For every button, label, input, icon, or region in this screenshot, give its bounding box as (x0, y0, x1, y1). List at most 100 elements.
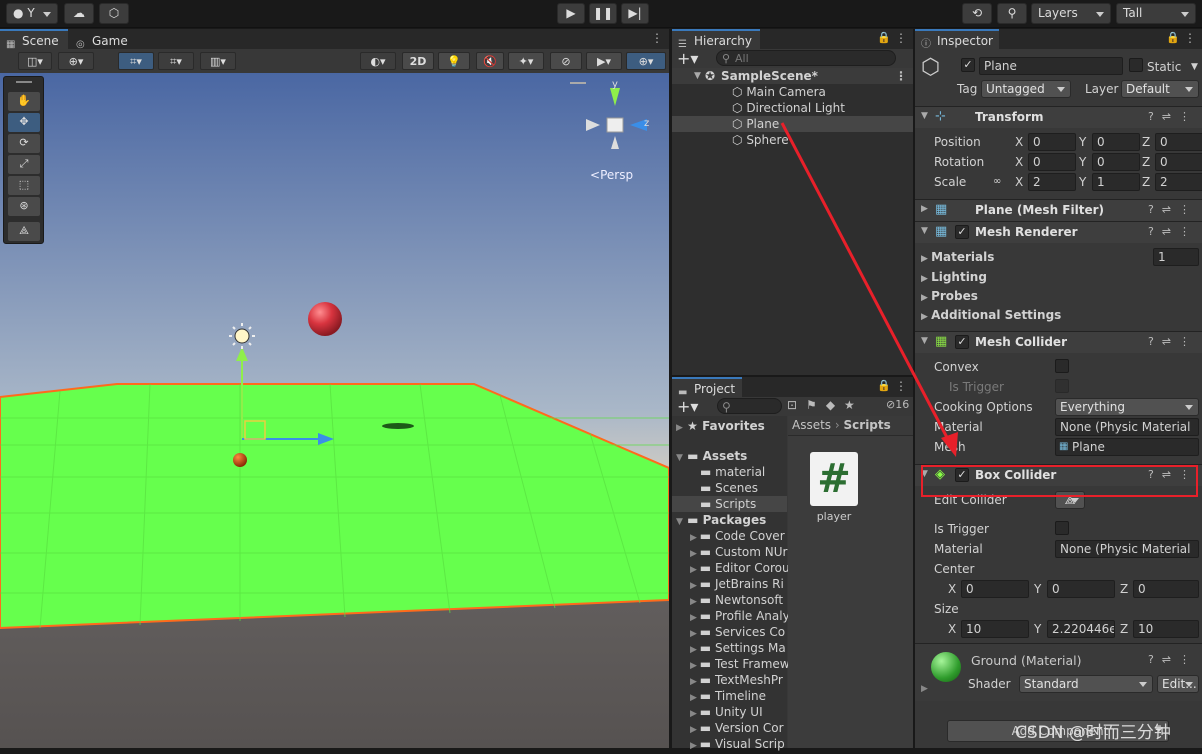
package-folder-item[interactable]: ▶ ▬ Settings Ma (690, 640, 786, 656)
position-x-field[interactable]: 0 (1028, 133, 1076, 151)
materials-foldout[interactable]: ▶ Materials (921, 249, 994, 265)
position-y-field[interactable]: 0 (1092, 133, 1140, 151)
global-toggle-button[interactable]: ⊕▾ (58, 52, 94, 70)
camera-button[interactable]: ▶▾ (586, 52, 622, 70)
hand-tool[interactable]: ✋ (8, 92, 40, 111)
scale-x-field[interactable]: 2 (1028, 173, 1076, 191)
breadcrumb-scripts[interactable]: Scripts (844, 418, 891, 432)
package-folder-item[interactable]: ▶ ▬ Profile Analy (690, 608, 790, 624)
persp-label[interactable]: <Persp (590, 168, 633, 182)
mesh-collider-header[interactable]: ▼ ▦ ✓ Mesh Collider ?⇌⋮ (915, 331, 1202, 353)
hierarchy-item[interactable]: ⬡ Main Camera (732, 84, 826, 100)
gizmos-button[interactable]: ⊕▾ (626, 52, 666, 70)
shading-button[interactable]: ◐▾ (360, 52, 396, 70)
package-folder-item[interactable]: ▶ ▬ Code Cover (690, 528, 785, 544)
history-button[interactable]: ⟲ (962, 3, 992, 24)
lock-icon[interactable]: 🔒 (1166, 31, 1180, 44)
folder-item-selected[interactable]: ▬ Scripts (672, 496, 787, 512)
package-folder-item[interactable]: ▶ ▬ TextMeshPr (690, 672, 783, 688)
package-folder-item[interactable]: ▶ ▬ JetBrains Ri (690, 576, 784, 592)
effects-button[interactable]: ✦▾ (508, 52, 544, 70)
rotation-x-field[interactable]: 0 (1028, 153, 1076, 171)
collab-button[interactable]: ⬡ (99, 3, 129, 24)
pause-button[interactable]: ❚❚ (589, 3, 617, 24)
package-folder-item[interactable]: ▶ ▬ Services Co (690, 624, 785, 640)
sphere-object[interactable] (308, 302, 342, 336)
box-collider-header[interactable]: ▼ ◈ ✓ Box Collider ?⇌⋮ (915, 464, 1202, 486)
cloud-button[interactable]: ☁ (64, 3, 94, 24)
static-dropdown-arrow-icon[interactable]: ▼ (1191, 59, 1198, 75)
hidden-objects-button[interactable]: ⊘ (550, 52, 582, 70)
component-header-icons[interactable]: ?⇌⋮ (1148, 653, 1198, 666)
mesh-field[interactable]: ▦ Plane (1055, 438, 1199, 456)
size-y-field[interactable]: 2.220446e (1047, 620, 1115, 638)
packages-row[interactable]: ▼ ▬ Packages (676, 512, 766, 528)
tab-project[interactable]: ▬ Project (672, 377, 742, 398)
package-folder-item[interactable]: ▶ ▬ Visual Scrip (690, 736, 785, 752)
breadcrumb-assets[interactable]: Assets (792, 418, 831, 432)
center-y-field[interactable]: 0 (1047, 580, 1115, 598)
foldout-arrow-icon[interactable]: ▶ (921, 684, 928, 694)
scene-row-menu-icon[interactable]: ⋮ (895, 68, 907, 84)
palette-handle[interactable] (16, 81, 32, 83)
audio-button[interactable]: 🔇 (476, 52, 504, 70)
hierarchy-item[interactable]: ⬡ Directional Light (732, 100, 845, 116)
shader-edit-button[interactable]: Edit... (1157, 675, 1199, 693)
component-header-icons[interactable]: ?⇌⋮ (1148, 203, 1198, 216)
component-header-icons[interactable]: ?⇌⋮ (1148, 335, 1198, 348)
hierarchy-item-selected[interactable]: ⬡ Plane (672, 116, 913, 132)
tab-hierarchy[interactable]: ☰ Hierarchy (672, 29, 760, 50)
step-button[interactable]: ▶| (621, 3, 649, 24)
assets-row[interactable]: ▼ ▬ Assets (676, 448, 747, 464)
package-folder-item[interactable]: ▶ ▬ Unity UI (690, 704, 763, 720)
box-collider-enabled-checkbox[interactable]: ✓ (955, 468, 969, 482)
active-checkbox[interactable]: ✓ (961, 58, 975, 72)
position-z-field[interactable]: 0 (1155, 133, 1202, 151)
play-button[interactable]: ▶ (557, 3, 585, 24)
box-is-trigger-checkbox[interactable] (1055, 521, 1069, 535)
size-x-field[interactable]: 10 (961, 620, 1029, 638)
static-checkbox[interactable] (1129, 58, 1143, 72)
convex-checkbox[interactable] (1055, 359, 1069, 373)
rotation-y-field[interactable]: 0 (1092, 153, 1140, 171)
folder-item[interactable]: ▬ material (700, 464, 765, 480)
component-header-icons[interactable]: ?⇌⋮ (1148, 110, 1198, 123)
link-scale-icon[interactable]: ∞ (993, 174, 1001, 190)
hierarchy-search[interactable]: ⚲ All (716, 50, 896, 66)
grid-snap-button[interactable]: ⌗▾ (118, 52, 154, 70)
tag-dropdown[interactable]: Untagged (981, 80, 1071, 98)
package-folder-item[interactable]: ▶ ▬ Newtonsoft (690, 592, 783, 608)
draw-mode-button[interactable]: ◫▾ (18, 52, 52, 70)
transform-tool[interactable]: ⊛ (8, 197, 40, 216)
lock-icon[interactable]: 🔒 (877, 31, 891, 44)
materials-count-field[interactable]: 1 (1153, 248, 1199, 266)
lock-icon[interactable]: 🔒 (877, 379, 891, 392)
lighting-foldout[interactable]: ▶ Lighting (921, 269, 987, 285)
package-folder-item[interactable]: ▶ ▬ Editor Corou (690, 560, 790, 576)
project-add-button[interactable]: +▾ (677, 397, 698, 416)
hierarchy-add-button[interactable]: +▾ (677, 49, 698, 68)
folder-item[interactable]: ▬ Scenes (700, 480, 758, 496)
rotate-tool[interactable]: ⟳ (8, 134, 40, 153)
increment-snap-button[interactable]: ▥▾ (200, 52, 236, 70)
grid-toggle-button[interactable]: ⌗▾ (158, 52, 194, 70)
mesh-renderer-header[interactable]: ▼ ▦ ✓ Mesh Renderer ?⇌⋮ (915, 221, 1202, 243)
object-name-field[interactable]: Plane (979, 57, 1123, 75)
layer-dropdown[interactable]: Default (1121, 80, 1199, 98)
layout-dropdown[interactable]: Tall (1116, 3, 1196, 24)
scene-menu-icon[interactable]: ⋮ (651, 31, 663, 45)
project-menu-icon[interactable]: ⋮ (895, 379, 907, 393)
package-folder-item[interactable]: ▶ ▬ Timeline (690, 688, 766, 704)
move-tool[interactable]: ✥ (8, 113, 40, 132)
box-material-field[interactable]: None (Physic Material (1055, 540, 1199, 558)
script-file[interactable]: # player (810, 452, 858, 524)
shader-dropdown[interactable]: Standard (1019, 675, 1153, 693)
layers-dropdown[interactable]: Layers (1031, 3, 1111, 24)
account-dropdown[interactable]: ● Y (6, 3, 58, 24)
mesh-renderer-enabled-checkbox[interactable]: ✓ (955, 225, 969, 239)
scale-z-field[interactable]: 2 (1155, 173, 1202, 191)
filter-icons[interactable]: ⊡⚑◆★ (787, 398, 864, 412)
transform-header[interactable]: ▼ ⊹ Transform ?⇌⋮ (915, 106, 1202, 128)
tab-game[interactable]: ◎ Game (70, 29, 140, 50)
inspector-menu-icon[interactable]: ⋮ (1184, 31, 1196, 45)
